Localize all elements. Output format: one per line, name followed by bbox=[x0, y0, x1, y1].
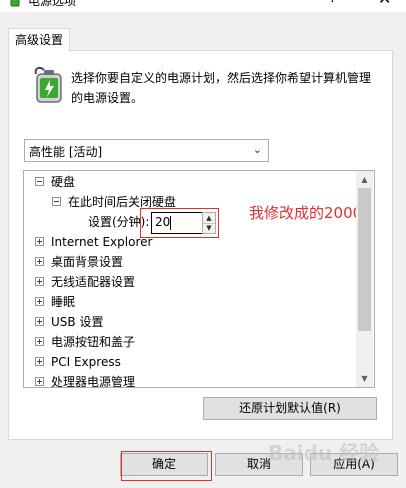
expand-icon[interactable] bbox=[35, 317, 44, 326]
help-button[interactable]: ? bbox=[329, 0, 336, 6]
watermark: Baidu 经验 bbox=[268, 441, 380, 465]
tree-item-label: 睡眠 bbox=[51, 295, 76, 309]
power-options-dialog: 电源选项 ? ✕ 高级设置 选择你要自定义的电源计划，然后选择你希望计算机管理的… bbox=[0, 0, 406, 488]
power-plan-select[interactable]: 高性能 [活动] ⌄ bbox=[24, 139, 269, 162]
tree-item-label: PCI Express bbox=[51, 355, 121, 369]
restore-defaults-button[interactable]: 还原计划默认值(R) bbox=[203, 397, 377, 420]
tree-item-internet-explorer[interactable]: Internet Explorer bbox=[35, 232, 152, 252]
tree-item-label: 电源按钮和盖子 bbox=[51, 335, 136, 349]
tree-item-wireless-adapter[interactable]: 无线适配器设置 bbox=[35, 272, 135, 292]
battery-power-icon bbox=[34, 66, 62, 103]
tree-item-desktop-background[interactable]: 桌面背景设置 bbox=[35, 252, 123, 272]
expand-icon[interactable] bbox=[35, 337, 44, 346]
expand-icon[interactable] bbox=[35, 297, 44, 306]
tree-item-hard-disk[interactable]: 硬盘 bbox=[35, 172, 75, 192]
tree-item-label: USB 设置 bbox=[51, 315, 104, 329]
window-title: 电源选项 bbox=[28, 0, 77, 8]
expand-icon[interactable] bbox=[35, 237, 44, 246]
scroll-up-icon[interactable]: ▲ bbox=[356, 171, 373, 188]
tree-item-label: 在此时间后关闭硬盘 bbox=[68, 195, 177, 209]
expand-icon[interactable] bbox=[35, 277, 44, 286]
tree-item-pci-express[interactable]: PCI Express bbox=[35, 352, 121, 372]
tree-item-processor-power[interactable]: 处理器电源管理 bbox=[35, 372, 136, 388]
annotation-highlight-box bbox=[121, 451, 212, 481]
tree-scrollbar[interactable]: ▲ ▼ bbox=[356, 171, 373, 387]
tree-item-label: Internet Explorer bbox=[51, 235, 153, 249]
tab-advanced-settings[interactable]: 高级设置 bbox=[8, 28, 70, 51]
expand-icon[interactable] bbox=[35, 357, 44, 366]
power-plan-value: 高性能 [活动] bbox=[29, 145, 103, 159]
tree-item-label: 无线适配器设置 bbox=[51, 275, 136, 289]
chevron-down-icon: ⌄ bbox=[252, 143, 262, 156]
scroll-thumb[interactable] bbox=[358, 188, 371, 331]
collapse-icon[interactable] bbox=[52, 197, 61, 206]
tree-item-label: 处理器电源管理 bbox=[51, 375, 136, 388]
expand-icon[interactable] bbox=[35, 257, 44, 266]
annotation-highlight-box bbox=[140, 208, 219, 238]
battery-power-icon bbox=[10, 0, 20, 7]
tree-item-power-buttons-lid[interactable]: 电源按钮和盖子 bbox=[35, 332, 135, 352]
title-bar: 电源选项 ? ✕ bbox=[0, 0, 406, 12]
collapse-icon[interactable] bbox=[35, 177, 44, 186]
tree-item-label: 桌面背景设置 bbox=[51, 255, 124, 269]
tree-item-usb-settings[interactable]: USB 设置 bbox=[35, 312, 103, 332]
description-text: 选择你要自定义的电源计划，然后选择你希望计算机管理的电源设置。 bbox=[71, 71, 372, 105]
expand-icon[interactable] bbox=[35, 377, 44, 386]
tree-item-sleep[interactable]: 睡眠 bbox=[35, 292, 75, 312]
close-button[interactable]: ✕ bbox=[378, 0, 391, 8]
tree-item-label: 硬盘 bbox=[51, 175, 76, 189]
scroll-down-icon[interactable]: ▼ bbox=[356, 370, 373, 387]
annotation-text: 我修改成的2000 bbox=[249, 204, 363, 222]
